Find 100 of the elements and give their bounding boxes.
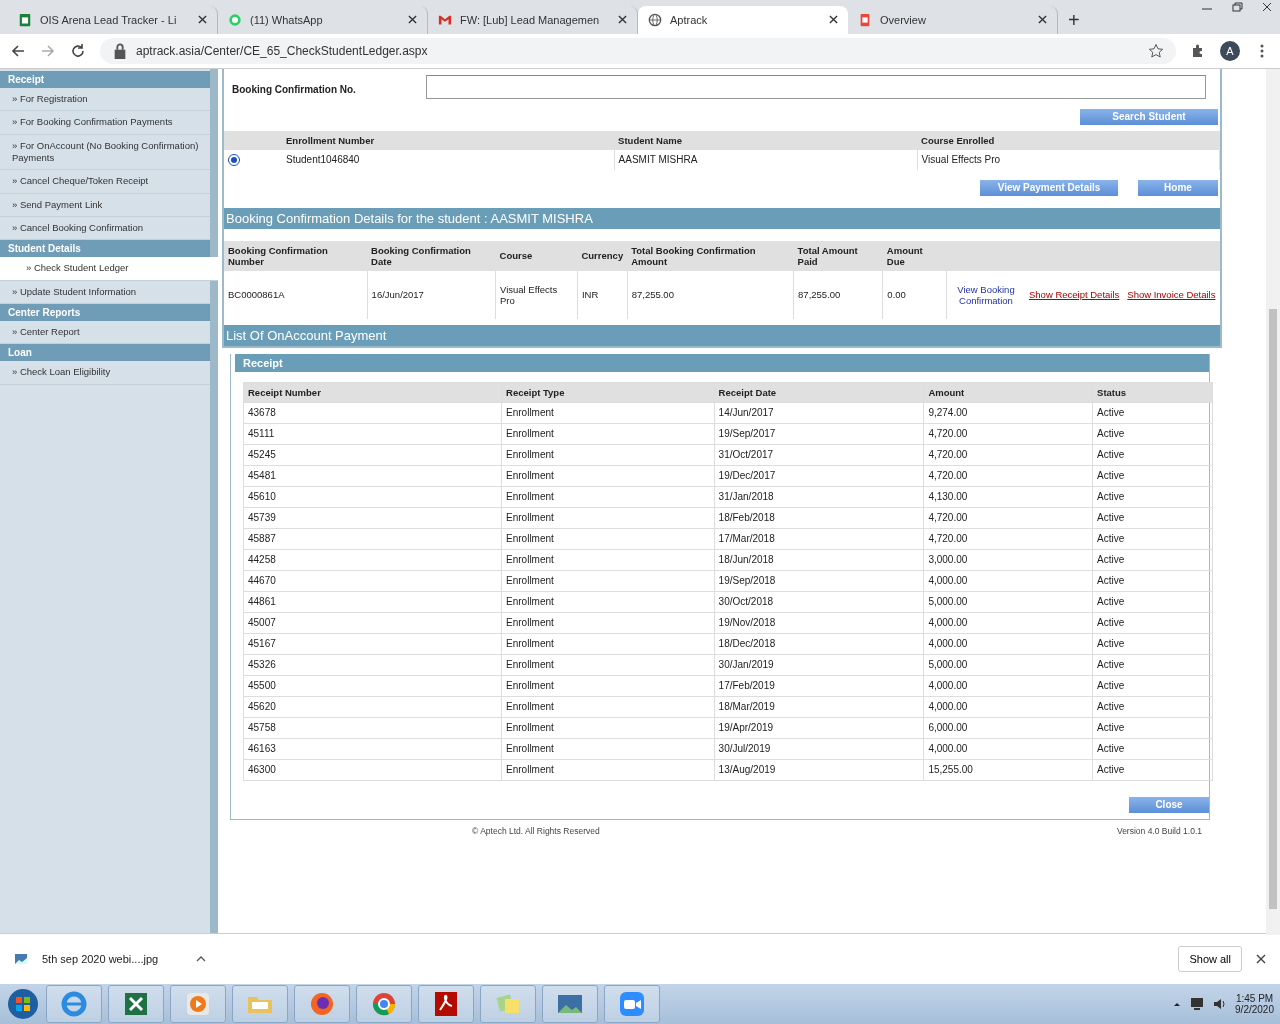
close-icon[interactable] bbox=[829, 15, 838, 25]
table-cell: Enrollment bbox=[501, 486, 715, 508]
table-cell: 45500 bbox=[243, 675, 502, 697]
table-cell: Enrollment bbox=[501, 591, 715, 613]
table-cell: Enrollment bbox=[501, 675, 715, 697]
table-cell: Active bbox=[1092, 402, 1213, 424]
download-filename[interactable]: 5th sep 2020 webi....jpg bbox=[42, 953, 182, 966]
table-cell: 45326 bbox=[243, 654, 502, 676]
column-header: Enrollment Number bbox=[282, 130, 615, 150]
table-cell: 18/Feb/2018 bbox=[714, 507, 924, 529]
clock-date: 9/2/2020 bbox=[1235, 1004, 1274, 1016]
table-cell: 31/Jan/2018 bbox=[714, 486, 924, 508]
start-orb-icon[interactable] bbox=[6, 987, 40, 1022]
table-cell: 4,720.00 bbox=[923, 528, 1093, 550]
table-cell: Enrollment bbox=[501, 549, 715, 571]
table-cell: Active bbox=[1092, 528, 1213, 550]
browser-tab[interactable]: OIS Arena Lead Tracker - Li bbox=[8, 5, 218, 34]
table-cell: Active bbox=[1092, 444, 1213, 466]
reload-icon[interactable] bbox=[70, 42, 86, 59]
table-cell: 87,255.00 bbox=[627, 270, 794, 319]
chevron-up-icon[interactable] bbox=[1173, 1001, 1182, 1008]
sidebar-section-header: Loan bbox=[0, 344, 210, 362]
profile-avatar[interactable]: A bbox=[1220, 40, 1240, 61]
input-field[interactable] bbox=[426, 74, 1206, 99]
table-cell: 17/Feb/2019 bbox=[714, 675, 924, 697]
image-file-icon bbox=[14, 952, 28, 967]
sidebar-section-header: Student Details bbox=[0, 240, 210, 258]
table-cell: Active bbox=[1092, 696, 1213, 718]
scrollbar[interactable] bbox=[1266, 68, 1280, 935]
browser-tab[interactable]: (11) WhatsApp bbox=[218, 5, 428, 34]
show-all-button[interactable]: Show all bbox=[1178, 946, 1242, 973]
table-cell: 45481 bbox=[243, 465, 502, 487]
sidebar-item[interactable]: » For Booking Confirmation Payments bbox=[0, 111, 210, 135]
table-cell: 4,720.00 bbox=[923, 423, 1093, 445]
table-cell: 30/Jan/2019 bbox=[714, 654, 924, 676]
spreadsheet-icon bbox=[18, 12, 32, 27]
column-header: Total Amount Paid bbox=[793, 240, 883, 271]
sidebar-item[interactable]: » Update Student Information bbox=[0, 280, 210, 304]
table-cell: Active bbox=[1092, 507, 1213, 529]
table-cell: Enrollment bbox=[501, 654, 715, 676]
table-cell: 3,000.00 bbox=[923, 549, 1093, 571]
browser-tab[interactable]: Overview bbox=[848, 5, 1058, 34]
sidebar-item[interactable]: » Check Student Ledger bbox=[0, 257, 218, 281]
table-cell: 45610 bbox=[243, 486, 502, 508]
table-cell: 5,000.00 bbox=[923, 654, 1093, 676]
table-cell: 87,255.00 bbox=[793, 270, 883, 319]
column-header: Total Booking Confirmation Amount bbox=[627, 240, 794, 271]
close-icon[interactable] bbox=[618, 15, 627, 25]
address-bar[interactable]: aptrack.asia/Center/CE_65_CheckStudentLedger.aspx bbox=[100, 37, 1176, 64]
speaker-icon[interactable] bbox=[1213, 997, 1228, 1012]
table-cell: 14/Jun/2017 bbox=[714, 402, 924, 424]
table-cell: 45245 bbox=[243, 444, 502, 466]
table-cell: Enrollment bbox=[501, 528, 715, 550]
table-cell: 45887 bbox=[243, 528, 502, 550]
column-header: Amount Due bbox=[882, 240, 947, 271]
sidebar-item[interactable]: » Send Payment Link bbox=[0, 193, 210, 217]
column-header: Receipt Date bbox=[714, 382, 924, 403]
sidebar-item[interactable]: » For OnAccount (No Booking Confirmation) Payments bbox=[0, 134, 210, 171]
table-cell: Active bbox=[1092, 717, 1213, 739]
radio-button[interactable] bbox=[228, 153, 240, 166]
close-icon[interactable] bbox=[1038, 15, 1047, 25]
new-tab-button[interactable]: + bbox=[1068, 9, 1080, 30]
table-cell: 18/Mar/2019 bbox=[714, 696, 924, 718]
globe-icon bbox=[648, 12, 662, 27]
table-cell: Active bbox=[1092, 591, 1213, 613]
table-cell: 4,000.00 bbox=[923, 612, 1093, 634]
table-cell: Active bbox=[1092, 654, 1213, 676]
close-icon[interactable] bbox=[408, 15, 417, 25]
sidebar-item[interactable]: » For Registration bbox=[0, 87, 210, 112]
column-header: Amount bbox=[923, 382, 1093, 403]
column-header: Course Enrolled bbox=[917, 130, 1220, 150]
close-icon[interactable] bbox=[198, 15, 207, 25]
clock-time: 1:45 PM bbox=[1235, 993, 1274, 1005]
table-cell: 4,000.00 bbox=[923, 738, 1093, 760]
table-cell: Enrollment bbox=[501, 465, 715, 487]
table-cell: 46300 bbox=[243, 759, 502, 781]
chat-icon bbox=[228, 12, 242, 27]
table-cell: 19/Apr/2019 bbox=[714, 717, 924, 739]
star-icon[interactable] bbox=[1148, 42, 1164, 59]
table-cell: Active bbox=[1092, 633, 1213, 655]
table-cell: Visual Effects Pro bbox=[917, 149, 1220, 170]
network-icon[interactable] bbox=[1189, 997, 1206, 1012]
chevron-up-icon[interactable] bbox=[196, 956, 206, 963]
sidebar-item[interactable]: » Cancel Cheque/Token Receipt bbox=[0, 170, 210, 194]
table-cell: 15,255.00 bbox=[923, 759, 1093, 781]
table-cell: 19/Dec/2017 bbox=[714, 465, 924, 487]
table-link[interactable]: Show Invoice Details bbox=[1127, 289, 1216, 301]
table-cell: 45758 bbox=[243, 717, 502, 739]
table-cell: Enrollment bbox=[501, 402, 715, 424]
table-cell: Enrollment bbox=[501, 612, 715, 634]
table-cell: 9,274.00 bbox=[923, 402, 1093, 424]
table-link[interactable]: Show Receipt Details bbox=[1029, 289, 1120, 301]
sidebar-item[interactable]: » Check Loan Eligibility bbox=[0, 361, 210, 385]
table-cell: BC0000861A bbox=[224, 270, 368, 319]
table-link[interactable]: View Booking Confirmation bbox=[951, 283, 1021, 306]
back-arrow-icon[interactable] bbox=[10, 42, 26, 59]
section-header: Booking Confirmation Details for the student : AASMIT MISHRA bbox=[224, 207, 1220, 229]
close-icon[interactable] bbox=[1256, 954, 1266, 965]
table-cell: Enrollment bbox=[501, 717, 715, 739]
browser-tab[interactable]: Aptrack bbox=[638, 5, 848, 34]
